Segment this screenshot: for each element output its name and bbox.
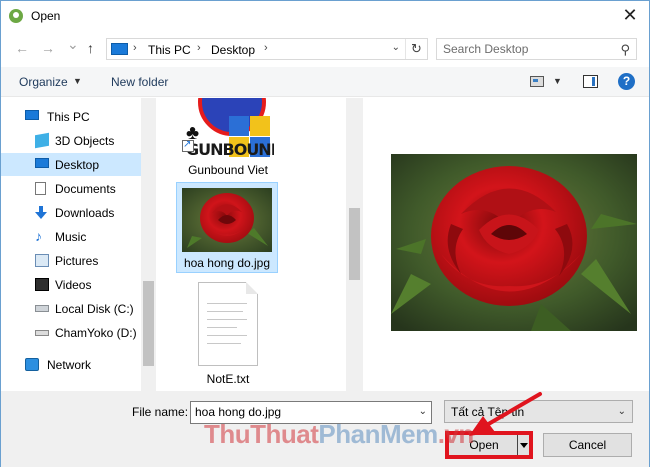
sidebar-item-videos[interactable]: Videos [1, 273, 141, 296]
rose-preview-image [391, 154, 637, 331]
sidebar-item-label: Documents [55, 182, 116, 196]
sidebar-item-label: Desktop [55, 158, 100, 172]
refresh-icon[interactable]: ↻ [405, 39, 427, 59]
title-bar: Open ✕ [1, 1, 649, 32]
forward-arrow-icon[interactable]: → [41, 40, 55, 56]
breadcrumb-desktop[interactable]: Desktop [211, 43, 255, 57]
app-icon [9, 9, 23, 23]
navigation-pane: This PC 3D Objects Desktop Documents Dow… [1, 98, 156, 391]
back-arrow-icon[interactable]: ← [15, 40, 29, 56]
window-title: Open [31, 9, 61, 23]
rose-thumbnail [182, 188, 272, 252]
breadcrumb-separator: › [264, 42, 268, 54]
preview-pane-icon[interactable] [583, 75, 598, 88]
network-icon [25, 358, 39, 371]
navigation-bar: ← → ⌄ ↑ › This PC › Desktop › ⌄ ↻ ⚲ [1, 34, 649, 64]
search-icon[interactable]: ⚲ [620, 42, 630, 58]
file-name-input[interactable] [195, 405, 405, 419]
game-logo-text: GUNBOUND [186, 140, 274, 159]
watermark: ThuThuatPhanMem.vn [204, 419, 474, 450]
videos-icon [35, 278, 49, 291]
sidebar-item-label: This PC [47, 110, 90, 124]
file-item-gunbound-viet[interactable]: ♣ GUNBOUND Gunbound Viet [158, 98, 298, 180]
annotation-arrow-icon [469, 392, 542, 436]
computer-icon [111, 43, 128, 55]
view-options-caret-icon[interactable]: ▼ [553, 76, 562, 86]
help-icon[interactable]: ? [618, 73, 635, 90]
address-chevron-down-icon[interactable]: ⌄ [392, 42, 400, 53]
watermark-part: PhanMem [318, 419, 438, 449]
sidebar-scrollbar-thumb[interactable] [143, 281, 154, 366]
sidebar-item-music[interactable]: ♪ Music [1, 225, 141, 248]
close-icon[interactable]: ✕ [619, 5, 641, 27]
sidebar-item-label: Videos [55, 278, 92, 292]
address-bar[interactable]: › This PC › Desktop › ⌄ ↻ [106, 38, 428, 60]
game-thumbnail: ♣ GUNBOUND [180, 98, 274, 160]
file-list-scrollbar-thumb[interactable] [349, 208, 360, 280]
documents-icon [35, 182, 46, 195]
file-list-scrollbar[interactable] [346, 98, 363, 391]
file-item-hoa-hong-do[interactable]: hoa hong do.jpg [176, 182, 278, 273]
sidebar-item-label: Pictures [55, 254, 99, 268]
local-disk-icon [35, 305, 49, 312]
3d-objects-icon [35, 132, 49, 149]
breadcrumb-separator: › [197, 42, 201, 54]
breadcrumb-this-pc[interactable]: This PC [148, 43, 191, 57]
file-item-note-txt[interactable]: NotE.txt [158, 282, 298, 390]
chevron-down-icon[interactable]: ⌄ [618, 406, 626, 417]
search-box: ⚲ [436, 38, 637, 60]
sidebar-item-this-pc[interactable]: This PC [1, 105, 141, 128]
sidebar-item-local-disk-c[interactable]: Local Disk (C:) [1, 297, 141, 320]
sidebar-item-network[interactable]: Network [1, 353, 141, 376]
file-name-label: File name: [132, 405, 189, 419]
sidebar-item-3d-objects[interactable]: 3D Objects [1, 129, 141, 152]
sidebar-item-pictures[interactable]: Pictures [1, 249, 141, 272]
sidebar-item-documents[interactable]: Documents [1, 177, 141, 200]
sidebar-item-downloads[interactable]: Downloads [1, 201, 141, 224]
watermark-part: ThuThuat [204, 419, 319, 449]
cancel-button[interactable]: Cancel [543, 433, 632, 457]
desktop-icon [35, 158, 49, 168]
new-folder-button[interactable]: New folder [111, 75, 168, 89]
organize-caret-icon[interactable]: ▼ [73, 76, 82, 86]
sidebar-item-label: Network [47, 358, 92, 372]
text-file-icon [198, 282, 258, 366]
drive-icon [35, 330, 49, 336]
preview-image [391, 154, 637, 331]
file-label: NotE.txt [206, 372, 250, 386]
file-list: ♣ GUNBOUND Gunbound Viet [158, 98, 346, 391]
sidebar-item-label: Local Disk (C:) [55, 302, 134, 316]
downloads-icon [35, 206, 47, 220]
file-label: hoa hong do.jpg [183, 256, 271, 270]
organize-button[interactable]: Organize [19, 75, 68, 89]
search-input[interactable] [443, 42, 603, 56]
music-icon: ♪ [35, 228, 42, 244]
sidebar-item-desktop[interactable]: Desktop [1, 153, 141, 176]
chevron-down-icon[interactable]: ⌄ [419, 406, 427, 417]
sidebar-item-label: Music [55, 230, 87, 244]
computer-icon [25, 110, 39, 120]
sidebar-item-label: 3D Objects [55, 134, 115, 148]
preview-pane [363, 98, 649, 391]
change-view-icon[interactable] [530, 76, 544, 87]
pictures-icon [35, 254, 49, 267]
breadcrumb-separator: › [133, 42, 137, 54]
sidebar-scrollbar[interactable] [141, 98, 156, 391]
file-label: Gunbound Viet [188, 163, 268, 177]
command-bar: Organize ▼ New folder ▼ ? [1, 67, 649, 97]
sidebar-item-chamyoko-d[interactable]: ChamYoko (D:) [1, 321, 141, 344]
shortcut-arrow-icon [182, 139, 194, 152]
up-arrow-icon[interactable]: ↑ [87, 40, 94, 56]
sidebar-item-label: Downloads [55, 206, 115, 220]
recent-locations-chevron-icon[interactable]: ⌄ [67, 36, 79, 52]
rose-image [182, 188, 272, 252]
sidebar-item-label: ChamYoko (D:) [55, 326, 137, 340]
